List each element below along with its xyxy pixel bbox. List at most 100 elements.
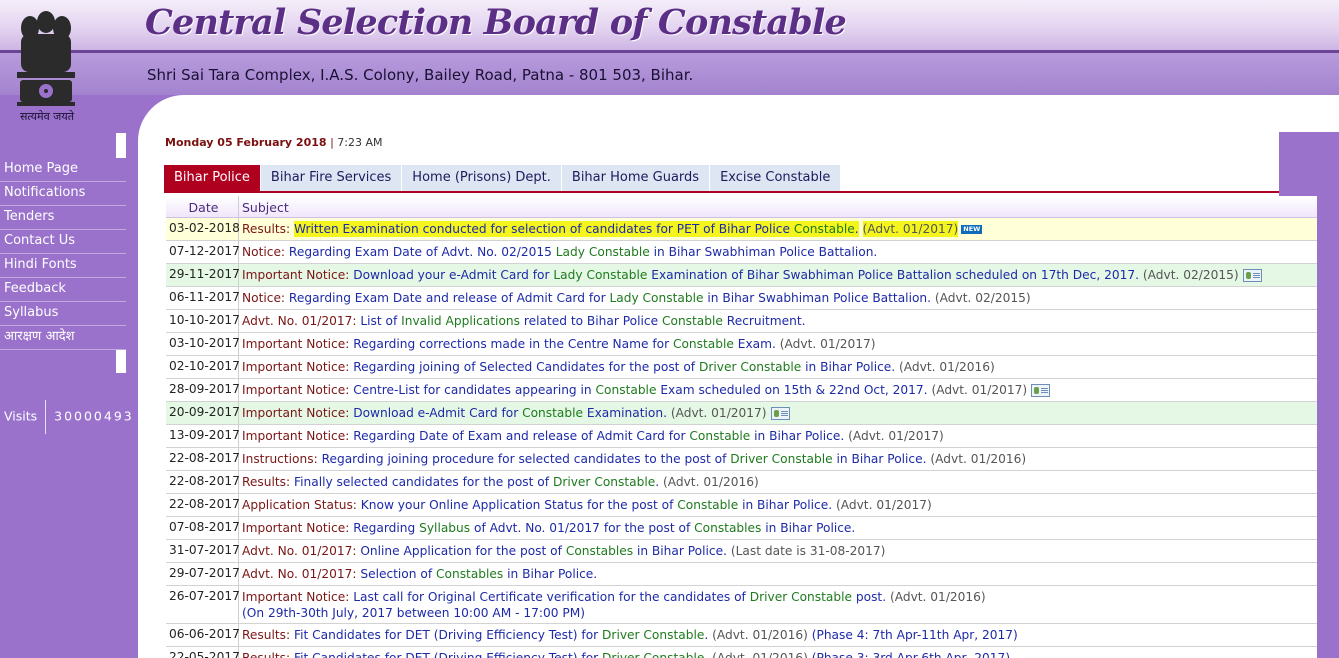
visit-counter: Visits 30000493 (4, 400, 134, 434)
row-date: 03-10-2017 (166, 333, 240, 355)
table-row: 02-10-2017 Important Notice: Regarding jo… (166, 356, 1317, 379)
table-row: 26-07-2017 Important Notice: Last call fo… (166, 586, 1317, 624)
notice-link[interactable]: Download your e-Admit Card for Lady Cons… (353, 268, 1139, 282)
table-row: 22-08-2017 Application Status: Know your … (166, 494, 1317, 517)
table-row: 28-09-2017 Important Notice: Centre-List … (166, 379, 1317, 402)
tab-bihar-fire-services[interactable]: Bihar Fire Services (260, 165, 403, 191)
notice-category: Important Notice: (242, 337, 350, 351)
row-date: 03-02-2018 (166, 218, 240, 240)
row-subject: Notice: Regarding Exam Date and release … (239, 287, 1317, 309)
admit-card-icon[interactable] (1031, 384, 1051, 397)
row-subject: Important Notice: Regarding Date of Exam… (239, 425, 1317, 447)
admit-card-icon[interactable] (1242, 269, 1262, 282)
notice-link[interactable]: Regarding Syllabus of Advt. No. 01/2017 … (353, 521, 855, 535)
notice-category: Important Notice: (242, 360, 350, 374)
table-row: 22-08-2017 Instructions: Regarding joinin… (166, 448, 1317, 471)
notice-link[interactable]: Selection of Constables in Bihar Police. (360, 567, 597, 581)
notice-link[interactable]: Download e-Admit Card for Constable Exam… (353, 406, 667, 420)
notice-advt-ref: (Advt. 01/2017) (931, 383, 1028, 397)
row-date: 07-08-2017 (166, 517, 240, 539)
row-subject: Application Status: Know your Online App… (239, 494, 1317, 516)
table-row: 22-05-2017 Results: Fit Candidates for DE… (166, 647, 1317, 658)
notice-phase-note: (Phase 4: 7th Apr-11th Apr, 2017) (811, 628, 1018, 642)
tab-bihar-home-guards[interactable]: Bihar Home Guards (561, 165, 711, 191)
sidebar-item-notifications[interactable]: Notifications (0, 182, 126, 206)
site-title: Central Selection Board of Constable (145, 2, 847, 43)
notice-link[interactable]: Regarding Exam Date of Advt. No. 02/2015… (289, 245, 877, 259)
notice-link[interactable]: Finally selected candidates for the post… (294, 475, 659, 489)
row-subject: Important Notice: Last call for Original… (239, 586, 1317, 623)
notice-link[interactable]: Online Application for the post of Const… (360, 544, 727, 558)
notice-advt-ref: (Advt. 02/2015) (1142, 268, 1239, 282)
row-date: 26-07-2017 (166, 586, 240, 623)
notice-category: Advt. No. 01/2017: (242, 567, 357, 581)
notice-category: Results: (242, 651, 291, 658)
sidebar-item-contact-us[interactable]: Contact Us (0, 230, 126, 254)
row-date: 31-07-2017 (166, 540, 240, 562)
row-date: 29-07-2017 (166, 563, 240, 585)
table-row: 07-12-2017 Notice: Regarding Exam Date of… (166, 241, 1317, 264)
notice-link[interactable]: Regarding corrections made in the Centre… (353, 337, 776, 351)
notice-category: Important Notice: (242, 429, 350, 443)
notice-link[interactable]: Regarding joining procedure for selected… (322, 452, 927, 466)
notice-link[interactable]: Last call for Original Certificate verif… (353, 590, 886, 604)
sidebar-item-feedback[interactable]: Feedback (0, 278, 126, 302)
sidebar-item-syllabus[interactable]: Syllabus (0, 302, 126, 326)
tab-excise-constable[interactable]: Excise Constable (710, 165, 842, 191)
row-date: 22-08-2017 (166, 494, 240, 516)
notice-category: Advt. No. 01/2017: (242, 544, 357, 558)
table-row: 03-02-2018 Results: Written Examination c… (166, 218, 1317, 241)
row-subject: Important Notice: Regarding joining of S… (239, 356, 1317, 378)
notice-link[interactable]: Regarding joining of Selected Candidates… (353, 360, 895, 374)
notice-advt-ref: (Advt. 01/2016) (889, 590, 986, 604)
notice-link[interactable]: List of Invalid Applications related to … (360, 314, 805, 328)
sidebar-item-tenders[interactable]: Tenders (0, 206, 126, 230)
table-row: 07-08-2017 Important Notice: Regarding Sy… (166, 517, 1317, 540)
visits-count: 30000493 (54, 408, 134, 424)
notice-advt-ref: (Advt. 01/2016) (712, 651, 808, 658)
row-subject: Important Notice: Download e-Admit Card … (239, 402, 1317, 424)
notice-link[interactable]: Fit Candidates for DET (Driving Efficien… (294, 628, 708, 642)
sidebar-item-home-page[interactable]: Home Page (0, 158, 126, 182)
notice-category: Important Notice: (242, 521, 350, 535)
row-subject: Notice: Regarding Exam Date of Advt. No.… (239, 241, 1317, 263)
notice-link[interactable]: Fit Candidates for DET (Driving Efficien… (294, 651, 708, 658)
table-row: 29-11-2017 Important Notice: Download you… (166, 264, 1317, 287)
current-date: Monday 05 February 2018 (165, 136, 327, 149)
tab-bihar-police[interactable]: Bihar Police (164, 165, 261, 191)
row-date: 28-09-2017 (166, 379, 240, 401)
notice-category: Notice: (242, 291, 286, 305)
notice-link[interactable]: Centre-List for candidates appearing in … (353, 383, 927, 397)
visits-divider (45, 400, 47, 434)
row-subject: Results: Finally selected candidates for… (239, 471, 1317, 493)
sidebar-item-reservation-order[interactable]: आरक्षण आदेश (0, 326, 126, 350)
row-subject: Important Notice: Download your e-Admit … (239, 264, 1317, 286)
current-datetime: Monday 05 February 2018 | 7:23 AM (165, 136, 383, 149)
sidebar-item-hindi-fonts[interactable]: Hindi Fonts (0, 254, 126, 278)
tab-home-prisons-dept[interactable]: Home (Prisons) Dept. (402, 165, 562, 191)
notice-rows: 03-02-2018 Results: Written Examination c… (166, 218, 1317, 658)
table-row: 22-08-2017 Results: Finally selected cand… (166, 471, 1317, 494)
notice-advt-ref: (Last date is 31-08-2017) (730, 544, 886, 558)
notice-link[interactable]: Regarding Date of Exam and release of Ad… (353, 429, 844, 443)
notice-phase-note: (Phase 3: 3rd Apr-6th Apr, 2017) (811, 651, 1011, 658)
row-subject: Instructions: Regarding joining procedur… (239, 448, 1317, 470)
current-time: 7:23 AM (337, 136, 383, 149)
row-date: 10-10-2017 (166, 310, 240, 332)
notice-link[interactable]: Regarding Exam Date and release of Admit… (289, 291, 931, 305)
column-header-date: Date (166, 196, 239, 217)
column-header-subject: Subject (242, 200, 289, 215)
table-row: 06-06-2017 Results: Fit Candidates for DE… (166, 624, 1317, 647)
row-subject: Advt. No. 01/2017: Online Application fo… (239, 540, 1317, 562)
notice-link[interactable]: Written Examination conducted for select… (294, 221, 859, 237)
notice-category: Results: (242, 475, 291, 489)
admit-card-icon[interactable] (770, 407, 790, 420)
row-subject: Results: Fit Candidates for DET (Driving… (239, 624, 1317, 646)
notice-link[interactable]: Know your Online Application Status for … (361, 498, 832, 512)
notice-category: Results: (242, 628, 291, 642)
notice-advt-ref: (Advt. 01/2017) (862, 221, 959, 237)
row-date: 06-11-2017 (166, 287, 240, 309)
notice-advt-ref: (Advt. 01/2016) (712, 628, 808, 642)
notice-category: Important Notice: (242, 383, 350, 397)
row-subject: Important Notice: Regarding Syllabus of … (239, 517, 1317, 539)
